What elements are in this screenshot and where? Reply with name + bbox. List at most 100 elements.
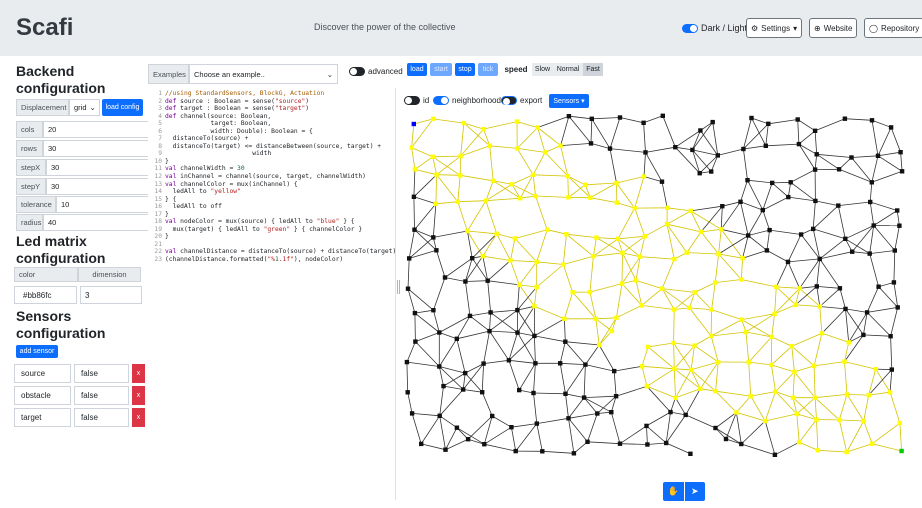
device-node[interactable] (869, 180, 874, 185)
channel-node[interactable] (688, 367, 694, 372)
channel-node[interactable] (433, 201, 439, 206)
channel-node[interactable] (743, 329, 749, 335)
device-node[interactable] (899, 169, 905, 174)
device-node[interactable] (442, 275, 448, 280)
device-node[interactable] (643, 150, 648, 155)
channel-node[interactable] (632, 205, 637, 211)
channel-node[interactable] (673, 395, 678, 400)
device-node[interactable] (767, 227, 772, 233)
channel-node[interactable] (844, 449, 849, 455)
channel-node[interactable] (645, 344, 651, 350)
id-switch[interactable] (404, 96, 420, 105)
device-node[interactable] (813, 198, 818, 204)
device-node[interactable] (443, 447, 448, 452)
channel-node[interactable] (461, 120, 467, 126)
device-node[interactable] (766, 121, 771, 126)
device-node[interactable] (644, 423, 649, 429)
remove-sensor-button[interactable]: x (132, 364, 145, 383)
channel-node[interactable] (842, 359, 847, 364)
channel-node[interactable] (659, 286, 665, 291)
device-node[interactable] (588, 141, 594, 146)
channel-node[interactable] (698, 229, 704, 235)
channel-node[interactable] (517, 282, 522, 288)
channel-node[interactable] (431, 116, 436, 122)
channel-node[interactable] (570, 290, 575, 295)
device-node[interactable] (419, 441, 424, 447)
device-node[interactable] (817, 256, 822, 262)
channel-node[interactable] (455, 199, 460, 204)
channel-node[interactable] (844, 392, 850, 397)
device-node[interactable] (585, 439, 590, 444)
device-node[interactable] (871, 223, 876, 228)
device-node[interactable] (540, 449, 545, 454)
device-node[interactable] (467, 313, 473, 319)
device-node[interactable] (660, 113, 665, 118)
device-node[interactable] (842, 116, 848, 121)
channel-node[interactable] (665, 205, 670, 210)
device-node[interactable] (465, 437, 471, 442)
speed-slow-button[interactable]: Slow (532, 63, 553, 76)
device-node[interactable] (867, 251, 872, 256)
channel-node[interactable] (532, 304, 537, 309)
hand-icon[interactable]: ✋ (663, 482, 685, 501)
device-node[interactable] (566, 114, 572, 119)
target-node[interactable] (899, 448, 904, 454)
device-node[interactable] (875, 153, 881, 158)
device-node[interactable] (506, 358, 512, 363)
channel-node[interactable] (509, 182, 515, 187)
device-node[interactable] (786, 194, 791, 200)
code-editor[interactable]: 1//using StandardSensors, BlockG, Actuat… (148, 88, 396, 500)
channel-node[interactable] (483, 198, 489, 203)
device-node[interactable] (788, 180, 793, 185)
channel-node[interactable] (512, 236, 518, 241)
config-field-input[interactable]: 30 (43, 140, 161, 157)
channel-node[interactable] (739, 317, 744, 322)
device-node[interactable] (571, 451, 577, 456)
device-node[interactable] (595, 411, 600, 416)
device-node[interactable] (673, 145, 678, 150)
sensor-name-input[interactable]: source (14, 364, 71, 383)
config-field-input[interactable]: 30 (46, 159, 161, 176)
device-node[interactable] (837, 286, 843, 291)
device-node[interactable] (811, 226, 816, 232)
speed-normal-button[interactable]: Normal (553, 63, 583, 76)
channel-node[interactable] (515, 146, 520, 151)
channel-node[interactable] (773, 389, 778, 394)
channel-node[interactable] (594, 235, 599, 240)
channel-node[interactable] (518, 196, 523, 201)
theme-switch[interactable] (682, 23, 698, 33)
channel-node[interactable] (587, 289, 593, 295)
device-node[interactable] (413, 339, 418, 344)
device-node[interactable] (470, 256, 475, 261)
settings-button[interactable]: ⚙ Settings ▾ (746, 18, 803, 38)
channel-node[interactable] (797, 286, 802, 291)
channel-node[interactable] (672, 366, 677, 371)
remove-sensor-button[interactable]: x (132, 408, 145, 427)
device-node[interactable] (876, 284, 881, 289)
channel-node[interactable] (514, 119, 520, 124)
channel-node[interactable] (861, 418, 866, 424)
channel-node[interactable] (812, 395, 818, 400)
device-node[interactable] (812, 128, 818, 133)
device-node[interactable] (760, 207, 765, 213)
sensor-value-input[interactable]: false (74, 408, 129, 427)
channel-node[interactable] (846, 340, 851, 345)
theme-toggle[interactable]: Dark / Light (682, 23, 747, 33)
channel-node[interactable] (534, 259, 539, 264)
device-node[interactable] (688, 451, 693, 456)
device-node[interactable] (895, 305, 900, 310)
sensor-name-input[interactable]: obstacle (14, 386, 71, 405)
channel-node[interactable] (709, 307, 714, 312)
channel-node[interactable] (817, 304, 822, 309)
device-node[interactable] (482, 442, 487, 447)
channel-node[interactable] (434, 172, 439, 177)
channel-node[interactable] (593, 316, 599, 321)
device-node[interactable] (485, 278, 490, 283)
device-node[interactable] (609, 410, 614, 415)
device-node[interactable] (437, 364, 442, 369)
channel-node[interactable] (873, 366, 878, 372)
channel-node[interactable] (542, 150, 548, 155)
channel-node[interactable] (672, 307, 677, 312)
device-node[interactable] (683, 412, 688, 418)
channel-node[interactable] (887, 390, 893, 395)
